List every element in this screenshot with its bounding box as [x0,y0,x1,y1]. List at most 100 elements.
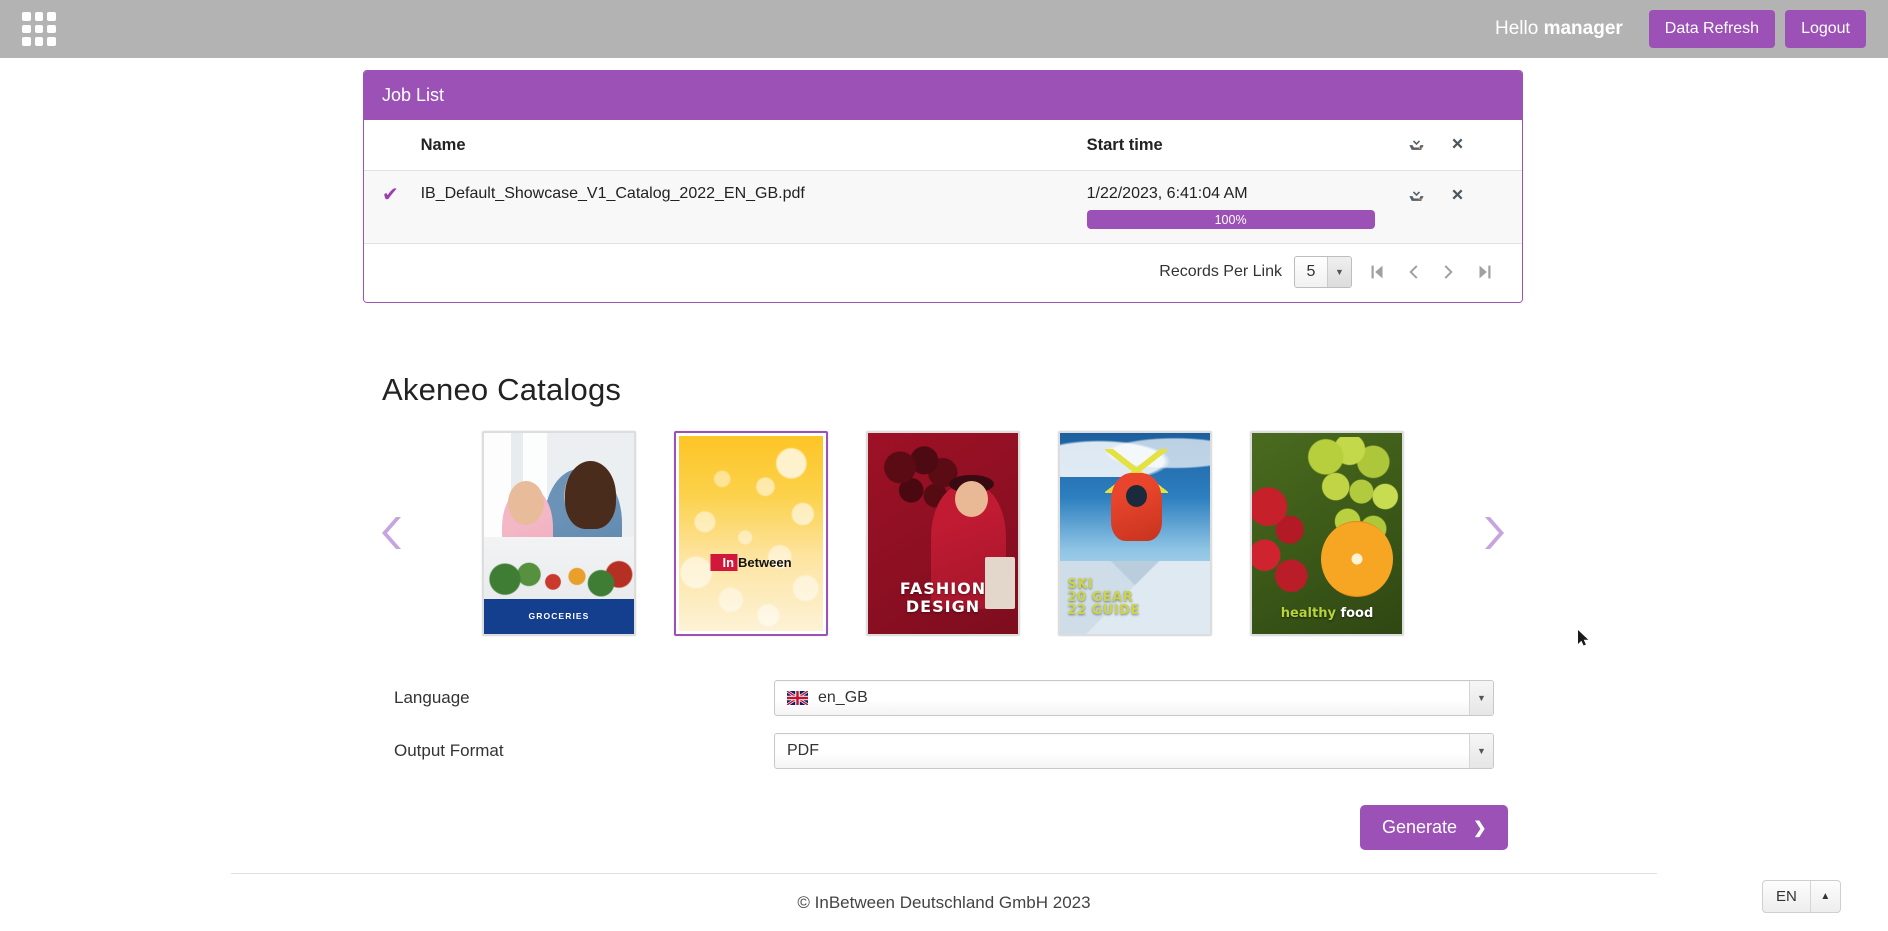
check-icon: ✔ [382,184,399,206]
art-orange-slice [1321,520,1393,598]
last-page-icon[interactable] [1474,261,1496,283]
table-row[interactable]: ✔ IB_Default_Showcase_V1_Catalog_2022_EN… [364,170,1522,244]
records-per-link-select[interactable]: 5 ▼ [1294,256,1352,288]
column-header-start-time: Start time [1076,120,1398,171]
column-header-name: Name [410,120,1077,171]
chevron-right-icon[interactable] [1463,418,1523,648]
generate-button[interactable]: Generate ❯ [1360,805,1509,850]
output-format-select-value-wrap: PDF [775,742,819,760]
catalog-thumbnail-healthyfood: healthy food [1252,432,1402,634]
catalog-label-groceries: GROCERIES [484,599,634,634]
art-strawberries [1252,480,1324,610]
grid-dot [34,37,44,46]
grid-dot [22,12,31,21]
job-list-title: Job List [364,71,1522,120]
records-per-link-value: 5 [1306,263,1316,280]
inbetween-logo-between: Between [738,555,792,571]
catalog-label-fashion: FASHION DESIGN [868,578,1018,616]
output-format-select-value: PDF [787,742,819,759]
column-header-select [364,120,411,171]
chevron-right-icon: ❯ [1473,819,1487,837]
language-select-value: en_GB [818,689,868,706]
page-title: Akeneo Catalogs [382,372,622,407]
language-switcher[interactable]: EN ▲ [1762,880,1841,913]
progress-bar-label: 100% [1214,212,1247,227]
catalog-thumbnail-groceries: GROCERIES [484,432,634,634]
caret-down-icon: ▼ [1469,734,1493,768]
data-refresh-button[interactable]: Data Refresh [1648,10,1776,48]
mouse-cursor [1578,630,1589,646]
catalog-carousel: GROCERIES In Between FASHION DESIGN SKI … [363,418,1523,648]
next-page-icon[interactable] [1438,261,1460,283]
grid-apps-icon[interactable] [22,12,56,46]
job-list-table: Name Start time ✔ IB_Default_Showcase_V1… [364,120,1522,244]
progress-bar: 100% [1086,210,1375,229]
row-select-cell[interactable]: ✔ [364,170,411,244]
catalog-items: GROCERIES In Between FASHION DESIGN SKI … [423,430,1463,636]
healthyfood-word-2: food [1340,606,1374,622]
grid-dot [34,12,44,21]
first-page-icon[interactable] [1366,261,1388,283]
close-icon[interactable] [1449,186,1466,206]
art-vegetables [484,537,634,606]
download-icon[interactable] [1407,134,1426,156]
row-start-time-cell: 1/22/2023, 6:41:04 AM 100% [1076,170,1398,244]
download-icon[interactable] [1407,185,1426,207]
caret-up-icon: ▲ [1809,881,1840,912]
greeting-prefix: Hello [1495,18,1544,39]
fashion-line-1: FASHION [899,578,987,598]
grid-dot [34,24,44,34]
close-icon[interactable] [1449,135,1466,155]
top-bar-right: Hello manager Data Refresh Logout [1495,10,1866,48]
catalog-thumbnail-ski: SKI 20 GEAR 22 GUIDE [1060,432,1210,634]
grid-dot [47,37,56,46]
catalog-card-inbetween[interactable]: In Between [674,430,828,636]
table-header-row: Name Start time [364,120,1522,171]
catalog-card-fashion[interactable]: FASHION DESIGN [866,430,1020,636]
catalog-card-healthyfood[interactable]: healthy food [1250,430,1404,636]
art-woman-hair [565,460,616,529]
grid-dot [22,24,31,34]
language-select-value-wrap: en_GB [775,689,868,707]
prev-page-icon[interactable] [1402,261,1424,283]
job-list-table-body: ✔ IB_Default_Showcase_V1_Catalog_2022_EN… [364,170,1522,244]
language-select[interactable]: en_GB ▼ [774,680,1494,716]
catalog-thumbnail-inbetween: In Between [679,435,823,631]
caret-down-icon: ▼ [1469,681,1493,715]
catalog-card-ski[interactable]: SKI 20 GEAR 22 GUIDE [1058,430,1212,636]
footer-copyright: © InBetween Deutschland GmbH 2023 [797,893,1091,912]
language-row: Language en_GB ▼ [394,680,1494,716]
art-bokeh [679,435,823,631]
row-name-cell: IB_Default_Showcase_V1_Catalog_2022_EN_G… [410,170,1077,244]
art-lady-head [955,480,988,517]
grid-dot [22,37,31,46]
row-actions-cell [1397,170,1522,244]
art-child-head [508,480,544,525]
catalog-thumbnail-fashion: FASHION DESIGN [868,432,1018,634]
language-label: Language [394,688,470,707]
grid-dot [47,24,56,34]
catalog-card-groceries[interactable]: GROCERIES [482,430,636,636]
art-helmet [1126,484,1147,507]
records-per-link-label: Records Per Link [1159,263,1282,280]
footer-divider [231,873,1657,874]
row-start-time-value: 1/22/2023, 6:41:04 AM [1086,185,1248,202]
greeting: Hello manager [1495,18,1623,40]
user-name: manager [1543,18,1623,39]
top-bar: Hello manager Data Refresh Logout [0,0,1888,58]
catalog-label-ski: SKI 20 GEAR 22 GUIDE [1068,578,1140,617]
column-header-actions [1397,120,1522,171]
pagination-bar: Records Per Link 5 ▼ [364,244,1522,302]
ski-line-3: 22 GUIDE [1067,603,1140,619]
fashion-line-2: DESIGN [905,596,981,616]
inbetween-logo-in: In [710,554,738,572]
caret-down-icon: ▼ [1327,257,1351,287]
chevron-left-icon[interactable] [363,418,423,648]
catalog-label-healthyfood: healthy food [1261,606,1393,621]
output-format-row: Output Format PDF ▼ [394,733,1494,769]
job-list-table-head: Name Start time [364,120,1522,171]
language-switcher-value: EN [1776,888,1797,905]
generate-button-label: Generate [1382,817,1458,837]
output-format-select[interactable]: PDF ▼ [774,733,1494,769]
logout-button[interactable]: Logout [1785,10,1866,48]
